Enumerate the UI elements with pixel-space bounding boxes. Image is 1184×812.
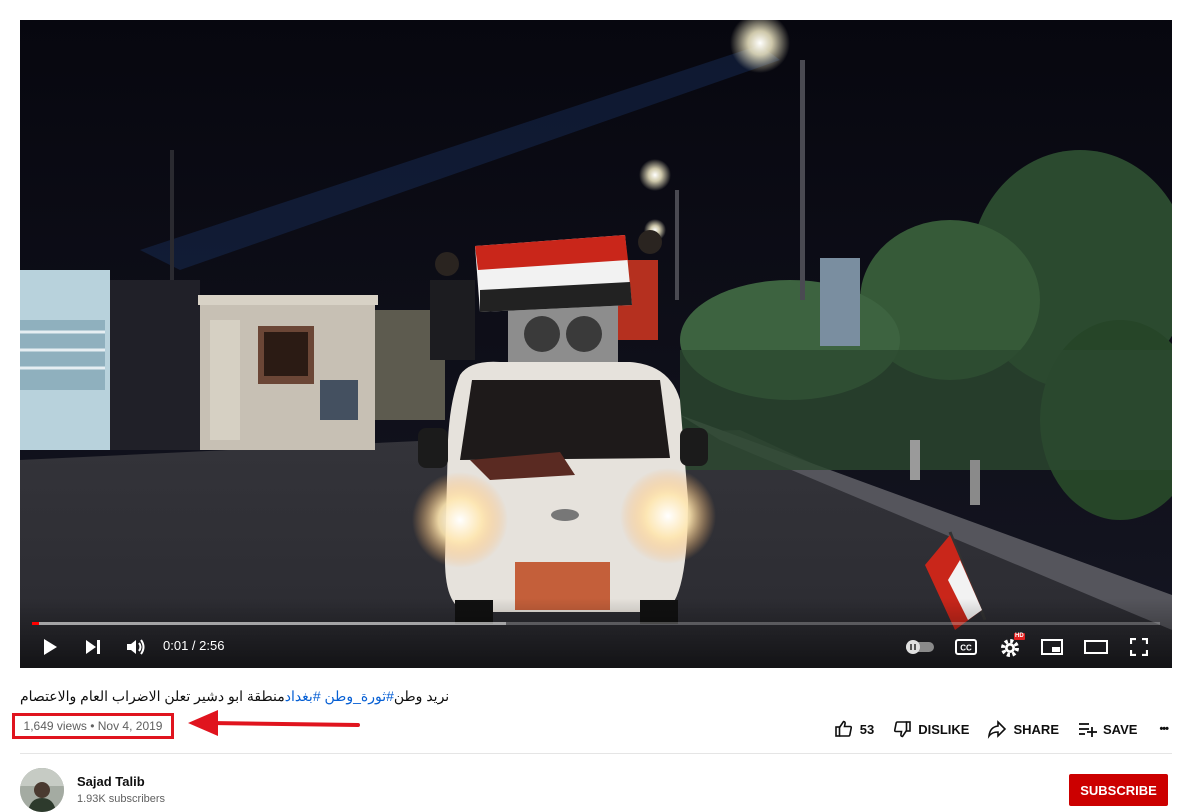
progress-played <box>32 622 39 625</box>
video-title: نريد وطن#ثورة_وطن #بغدادمنطقة ابو دشير ت… <box>20 688 800 705</box>
dislike-button[interactable]: DISLIKE <box>892 719 969 739</box>
thumbs-up-icon <box>834 720 852 737</box>
divider <box>20 753 1172 754</box>
play-button[interactable] <box>35 632 65 662</box>
share-label: SHARE <box>1013 721 1059 737</box>
title-text: نريد وطن <box>393 688 450 704</box>
volume-button[interactable] <box>121 632 151 662</box>
hashtag-link[interactable]: #بغداد <box>285 688 321 704</box>
video-frame <box>20 20 1172 668</box>
miniplayer-button[interactable] <box>1037 632 1067 662</box>
settings-button[interactable]: HD <box>995 632 1025 662</box>
channel-name[interactable]: Sajad Talib <box>77 774 145 789</box>
share-button[interactable]: SHARE <box>987 719 1059 739</box>
channel-avatar[interactable] <box>20 768 64 812</box>
add-to-playlist-icon <box>1079 723 1097 737</box>
thumbs-down-icon <box>894 721 911 738</box>
autoplay-toggle-icon <box>906 640 934 654</box>
player-controls: 0:01 / 2:56 CC HD <box>20 632 1172 662</box>
theater-mode-button[interactable] <box>1081 632 1111 662</box>
autoplay-toggle[interactable] <box>903 632 937 662</box>
more-icon: ••• <box>1159 723 1169 735</box>
fullscreen-button[interactable] <box>1124 632 1154 662</box>
avatar-image-icon <box>20 768 64 812</box>
theater-icon <box>1084 640 1108 654</box>
fullscreen-icon <box>1130 638 1148 656</box>
view-count-date: 1,649 views • Nov 4, 2019 <box>23 719 163 733</box>
miniplayer-icon <box>1041 639 1063 655</box>
volume-icon <box>127 639 145 655</box>
hashtag-link[interactable]: #ثورة_وطن <box>325 688 394 704</box>
save-label: SAVE <box>1103 721 1138 737</box>
subscriber-count: 1.93K subscribers <box>77 793 166 805</box>
annotation-arrow-icon <box>188 710 360 736</box>
hd-badge: HD <box>1014 633 1025 640</box>
more-actions-button[interactable]: ••• <box>1159 723 1169 735</box>
captions-button[interactable]: CC <box>951 632 981 662</box>
share-icon <box>988 720 1007 739</box>
save-button[interactable]: SAVE <box>1077 719 1137 739</box>
dislike-label: DISLIKE <box>918 721 970 737</box>
progress-loaded <box>32 622 506 625</box>
progress-bar[interactable] <box>32 622 1160 625</box>
next-button[interactable] <box>78 632 108 662</box>
like-count: 53 <box>859 721 875 737</box>
view-count-date-highlight: 1,649 views • Nov 4, 2019 <box>12 713 174 739</box>
next-icon <box>86 640 100 654</box>
time-display: 0:01 / 2:56 <box>163 638 225 653</box>
title-text: منطقة ابو دشير تعلن الاضراب العام والاعت… <box>20 688 285 704</box>
video-player[interactable]: 0:01 / 2:56 CC HD <box>20 20 1172 668</box>
play-icon <box>44 639 57 655</box>
like-button[interactable]: 53 <box>834 719 874 739</box>
captions-icon: CC <box>955 639 977 655</box>
subscribe-button[interactable]: SUBSCRIBE <box>1069 774 1168 806</box>
svg-text:CC: CC <box>960 644 972 653</box>
video-actions: 53 DISLIKE SHARE SAVE ••• <box>816 717 1169 741</box>
